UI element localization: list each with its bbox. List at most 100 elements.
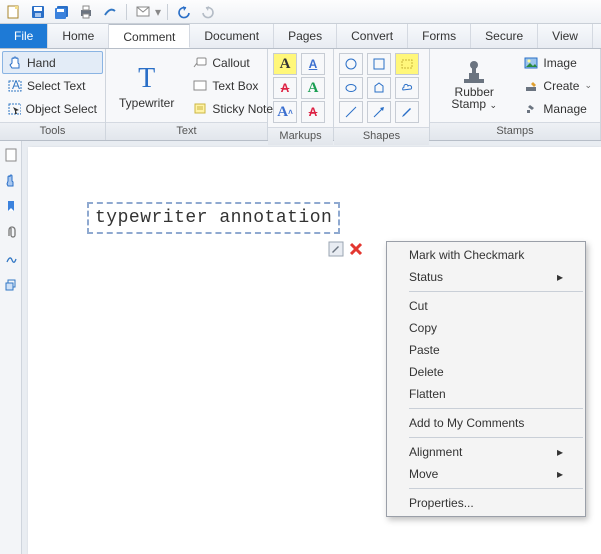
tab-convert[interactable]: Convert (337, 24, 408, 48)
typewriter-button[interactable]: T Typewriter (108, 51, 185, 120)
ctx-mark-checkmark[interactable]: Mark with Checkmark (387, 244, 585, 266)
ctx-paste[interactable]: Paste (387, 339, 585, 361)
callout-label: Callout (212, 56, 249, 70)
ctx-separator (409, 437, 583, 438)
ctx-alignment[interactable]: Alignment▸ (387, 441, 585, 463)
arrow-icon[interactable] (367, 101, 391, 123)
stickynote-icon (193, 103, 207, 115)
dropdown-indicator[interactable]: ▾ (155, 5, 161, 19)
select-text-icon: A (8, 79, 22, 93)
line-icon[interactable] (339, 101, 363, 123)
delete-handle-icon[interactable] (348, 241, 364, 257)
underline-icon[interactable]: A (301, 53, 325, 75)
tab-document[interactable]: Document (190, 24, 274, 48)
highlight-icon[interactable]: A (273, 53, 297, 75)
document-page[interactable]: typewriter annotation Mark with Checkmar… (28, 147, 601, 554)
ctx-add-to-comments[interactable]: Add to My Comments (387, 412, 585, 434)
ellipse-icon[interactable] (339, 77, 363, 99)
callout-icon (193, 57, 207, 69)
print-icon[interactable] (76, 2, 96, 22)
page-thumb-icon[interactable] (3, 147, 19, 163)
polygon-icon[interactable] (367, 77, 391, 99)
ctx-separator (409, 291, 583, 292)
group-tools: Hand A Select Text Object Select Tools (0, 49, 106, 140)
submenu-arrow-icon: ▸ (557, 270, 563, 284)
textbox-label: Text Box (212, 79, 258, 93)
manage-icon (524, 103, 538, 115)
save-icon[interactable] (28, 2, 48, 22)
image-button[interactable]: Image (518, 51, 598, 74)
ctx-properties[interactable]: Properties... (387, 492, 585, 514)
textbox-button[interactable]: Text Box (187, 74, 279, 97)
tab-batch[interactable]: Batc (593, 24, 601, 48)
group-stamps-label: Stamps (430, 122, 600, 140)
strikeout-icon[interactable]: A (273, 77, 297, 99)
tab-forms[interactable]: Forms (408, 24, 471, 48)
email-icon[interactable] (133, 2, 153, 22)
ctx-status[interactable]: Status▸ (387, 266, 585, 288)
select-text-button[interactable]: A Select Text (2, 74, 103, 97)
object-select-button[interactable]: Object Select (2, 97, 103, 120)
ctx-cut[interactable]: Cut (387, 295, 585, 317)
manage-button[interactable]: Manage (518, 97, 598, 120)
tab-comment[interactable]: Comment (109, 24, 190, 48)
document-area: typewriter annotation Mark with Checkmar… (0, 141, 601, 554)
quick-access-toolbar: ▾ (0, 0, 601, 24)
tab-home[interactable]: Home (48, 24, 109, 48)
tab-pages[interactable]: Pages (274, 24, 337, 48)
rubber-stamp-icon (461, 60, 487, 86)
tab-view[interactable]: View (538, 24, 593, 48)
group-shapes-label: Shapes (334, 127, 429, 145)
insert-icon[interactable]: A˄ (273, 101, 297, 123)
annotation-handles (328, 241, 364, 257)
attachment-side-icon[interactable] (3, 225, 19, 241)
undo-icon[interactable] (174, 2, 194, 22)
submenu-arrow-icon: ▸ (557, 467, 563, 481)
save-all-icon[interactable] (52, 2, 72, 22)
signature-side-icon[interactable] (3, 251, 19, 267)
hand-side-icon[interactable] (3, 173, 19, 189)
callout-button[interactable]: Callout (187, 51, 279, 74)
square-icon[interactable] (367, 53, 391, 75)
group-stamps: Rubber Stamp ⌄ Image Create ⌄ Manage Sta… (430, 49, 601, 140)
highlight-rect-icon[interactable] (395, 53, 419, 75)
replace-icon[interactable]: A (301, 101, 325, 123)
typewriter-label: Typewriter (119, 96, 174, 110)
circle-icon[interactable] (339, 53, 363, 75)
ctx-move[interactable]: Move▸ (387, 463, 585, 485)
ctx-separator (409, 408, 583, 409)
create-button[interactable]: Create ⌄ (518, 74, 598, 97)
tab-secure[interactable]: Secure (471, 24, 538, 48)
object-select-icon (8, 102, 21, 116)
edit-handle-icon[interactable] (328, 241, 344, 257)
ctx-delete[interactable]: Delete (387, 361, 585, 383)
hand-icon (8, 56, 22, 70)
ctx-flatten[interactable]: Flatten (387, 383, 585, 405)
image-icon (524, 57, 538, 69)
tracker-icon[interactable] (100, 2, 120, 22)
pencil-icon[interactable] (395, 101, 419, 123)
context-menu: Mark with Checkmark Status▸ Cut Copy Pas… (386, 241, 586, 517)
cloud-icon[interactable] (395, 77, 419, 99)
object-select-label: Object Select (26, 102, 97, 116)
typewriter-icon: T (138, 62, 155, 96)
ribbon: Hand A Select Text Object Select Tools T… (0, 49, 601, 141)
group-shapes: Shapes (334, 49, 430, 140)
hand-label: Hand (27, 56, 56, 70)
image-label: Image (543, 56, 576, 70)
typewriter-annotation[interactable]: typewriter annotation (87, 202, 340, 234)
bookmark-side-icon[interactable] (3, 199, 19, 215)
tab-file[interactable]: File (0, 24, 48, 48)
create-icon (524, 80, 538, 92)
stickynote-button[interactable]: Sticky Note (187, 97, 279, 120)
textbox-icon (193, 80, 207, 92)
hand-button[interactable]: Hand (2, 51, 103, 74)
ribbon-tabs: File Home Comment Document Pages Convert… (0, 24, 601, 49)
squiggly-icon[interactable]: A (301, 77, 325, 99)
new-doc-icon[interactable] (4, 2, 24, 22)
redo-icon[interactable] (198, 2, 218, 22)
layers-side-icon[interactable] (3, 277, 19, 293)
ctx-copy[interactable]: Copy (387, 317, 585, 339)
rubber-stamp-button[interactable]: Rubber Stamp ⌄ (432, 51, 516, 120)
group-text: T Typewriter Callout Text Box Sticky Not… (106, 49, 268, 140)
